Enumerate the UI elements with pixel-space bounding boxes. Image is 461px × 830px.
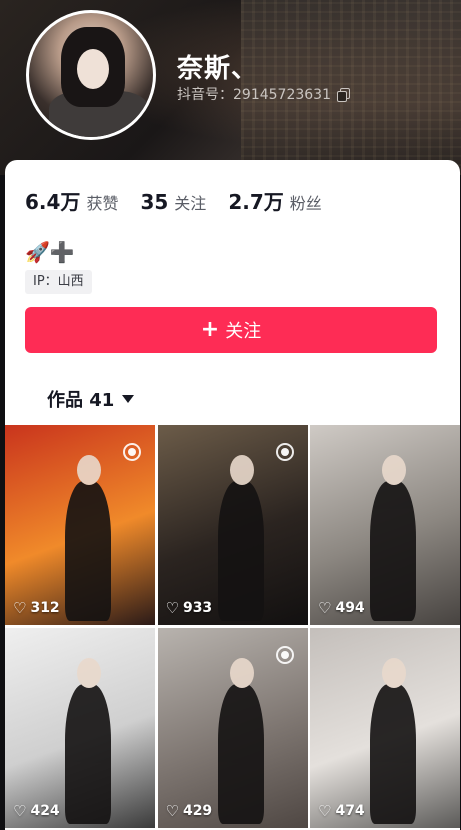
video-grid: ♡ 312 ♡ 933 ♡ 494 ♡ 424 ♡ 429 ♡ 474	[5, 425, 460, 830]
video-thumbnail[interactable]: ♡ 474	[310, 628, 460, 828]
thumbnail-figure	[65, 455, 111, 621]
profile-card: 6.4万 获赞 35 关注 2.7万 粉丝 🚀➕ IP：山西 + 关注 作品 4…	[5, 160, 460, 425]
like-count: ♡ 312	[13, 599, 60, 617]
heart-icon: ♡	[165, 802, 179, 820]
live-photo-icon	[123, 443, 141, 461]
tab-works[interactable]: 作品 41	[47, 386, 135, 412]
heart-icon: ♡	[165, 599, 179, 617]
like-count-value: 494	[335, 600, 365, 616]
stat-label: 获赞	[86, 194, 119, 213]
video-thumbnail[interactable]: ♡ 494	[310, 425, 460, 625]
like-count-value: 474	[335, 803, 365, 819]
video-thumbnail[interactable]: ♡ 429	[157, 628, 308, 828]
like-count-value: 312	[30, 600, 60, 616]
thumbnail-figure	[217, 658, 264, 824]
live-photo-icon	[275, 646, 294, 664]
douyin-id-row[interactable]: 抖音号：29145723631	[177, 84, 350, 104]
profile-name: 奈斯、	[177, 54, 259, 84]
heart-icon: ♡	[13, 802, 27, 820]
follow-button-label: 关注	[225, 321, 262, 342]
douyin-id: 抖音号：29145723631	[177, 87, 331, 103]
heart-icon: ♡	[13, 599, 27, 617]
heart-icon: ♡	[318, 802, 332, 820]
live-photo-icon	[275, 443, 294, 461]
like-count-value: 424	[30, 803, 60, 819]
stat-following[interactable]: 35 关注	[140, 190, 206, 214]
like-count: ♡ 429	[166, 802, 213, 820]
stat-value: 35	[140, 190, 169, 214]
plus-icon: +	[200, 317, 220, 342]
thumbnail-figure	[217, 455, 264, 621]
thumbnail-figure	[65, 658, 111, 824]
stat-likes[interactable]: 6.4万 获赞	[25, 186, 118, 215]
thumbnail-figure	[370, 658, 416, 824]
heart-icon: ♡	[318, 599, 332, 617]
follow-button[interactable]: + 关注	[25, 307, 437, 353]
thumbnail-figure	[370, 455, 416, 621]
stat-label: 粉丝	[289, 194, 322, 213]
like-count-value: 429	[182, 803, 213, 819]
stats-row: 6.4万 获赞 35 关注 2.7万 粉丝	[25, 186, 322, 215]
video-thumbnail[interactable]: ♡ 312	[5, 425, 155, 625]
stat-followers[interactable]: 2.7万 粉丝	[228, 186, 321, 215]
like-count: ♡ 474	[318, 802, 365, 820]
video-thumbnail[interactable]: ♡ 424	[5, 628, 155, 828]
stat-label: 关注	[174, 194, 207, 213]
bio-emoji: 🚀➕	[25, 240, 75, 264]
ip-location-tag: IP：山西	[25, 270, 92, 294]
video-thumbnail[interactable]: ♡ 933	[157, 425, 308, 625]
like-count-value: 933	[182, 600, 213, 616]
tab-works-label: 作品 41	[47, 390, 115, 411]
stat-value: 2.7万	[228, 190, 284, 214]
avatar[interactable]	[26, 10, 156, 140]
dropdown-arrow-icon	[122, 395, 135, 403]
profile-header: 奈斯、 抖音号：29145723631	[0, 0, 461, 175]
like-count: ♡ 933	[166, 599, 213, 617]
like-count: ♡ 494	[318, 599, 365, 617]
like-count: ♡ 424	[13, 802, 60, 820]
stat-value: 6.4万	[25, 190, 81, 214]
copy-icon[interactable]	[336, 88, 350, 102]
